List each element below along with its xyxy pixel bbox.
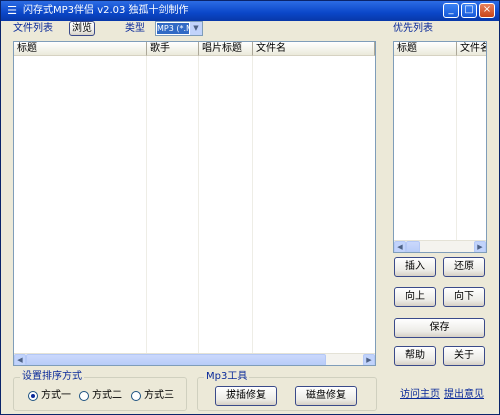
mp3-tools-group: Mp3工具 拔插修复 磁盘修复 xyxy=(197,371,377,411)
scroll-thumb[interactable] xyxy=(26,354,326,365)
sort-option-2[interactable]: 方式二 xyxy=(79,390,129,402)
scroll-left-icon[interactable]: ◀ xyxy=(14,354,26,365)
move-up-button[interactable]: 向上 xyxy=(394,287,436,307)
column-header-filename[interactable]: 文件名 xyxy=(253,42,375,56)
priority-list-label: 优先列表 xyxy=(393,23,433,34)
sort-option-1[interactable]: 方式一 xyxy=(28,390,78,402)
grid-line xyxy=(198,56,199,353)
type-label: 类型 xyxy=(125,23,145,34)
type-select-value: MP3 (*.MP xyxy=(157,23,189,34)
scroll-thumb[interactable] xyxy=(406,241,420,252)
radio-icon[interactable] xyxy=(131,391,141,401)
scroll-right-icon[interactable]: ▶ xyxy=(474,241,486,252)
sort-option-label: 方式一 xyxy=(41,390,71,401)
sort-mode-title: 设置排序方式 xyxy=(20,371,84,383)
title-bar[interactable]: ☰ 闪存式MP3伴侣 v2.03 独孤十剑制作 _ □ × xyxy=(1,1,499,21)
sort-option-label: 方式二 xyxy=(92,390,122,401)
help-button[interactable]: 帮助 xyxy=(394,346,436,366)
file-list-label: 文件列表 xyxy=(13,23,53,34)
sort-option-label: 方式三 xyxy=(144,390,174,401)
save-button[interactable]: 保存 xyxy=(394,318,485,338)
minimize-button[interactable]: _ xyxy=(443,3,459,18)
browse-button[interactable]: 浏览 xyxy=(69,21,95,36)
restore-button[interactable]: 还原 xyxy=(443,257,485,277)
column-header-artist[interactable]: 歌手 xyxy=(147,42,199,56)
grid-line xyxy=(146,56,147,353)
column-header-album[interactable]: 唱片标题 xyxy=(199,42,253,56)
type-select[interactable]: MP3 (*.MP ▼ xyxy=(155,21,203,36)
chevron-down-icon[interactable]: ▼ xyxy=(190,22,202,35)
fix-disk-button[interactable]: 磁盘修复 xyxy=(295,386,357,406)
sort-option-3[interactable]: 方式三 xyxy=(131,390,181,402)
maximize-button[interactable]: □ xyxy=(461,3,477,18)
file-list[interactable]: 标题 歌手 唱片标题 文件名 ◀ ▶ xyxy=(13,41,376,366)
about-button[interactable]: 关于 xyxy=(443,346,485,366)
homepage-link[interactable]: 访问主页 xyxy=(400,388,440,402)
radio-icon[interactable] xyxy=(79,391,89,401)
sort-mode-group: 设置排序方式 方式一 方式二 方式三 xyxy=(13,371,187,411)
radio-selected-icon[interactable] xyxy=(28,391,38,401)
close-button[interactable]: × xyxy=(479,3,495,18)
window-title: 闪存式MP3伴侣 v2.03 独孤十剑制作 xyxy=(23,5,189,16)
insert-button[interactable]: 插入 xyxy=(394,257,436,277)
column-header-filename[interactable]: 文件名 xyxy=(457,42,486,56)
move-down-button[interactable]: 向下 xyxy=(443,287,485,307)
scroll-left-icon[interactable]: ◀ xyxy=(394,241,406,252)
grid-line xyxy=(252,56,253,353)
scroll-right-icon[interactable]: ▶ xyxy=(363,354,375,365)
column-header-title[interactable]: 标题 xyxy=(14,42,147,56)
file-list-hscrollbar[interactable]: ◀ ▶ xyxy=(14,353,375,365)
mp3-tools-title: Mp3工具 xyxy=(204,371,250,383)
feedback-link[interactable]: 提出意见 xyxy=(444,388,484,402)
column-header-title[interactable]: 标题 xyxy=(394,42,457,56)
fix-insert-button[interactable]: 拔插修复 xyxy=(215,386,277,406)
priority-list-hscrollbar[interactable]: ◀ ▶ xyxy=(394,240,486,252)
main-window: ☰ 闪存式MP3伴侣 v2.03 独孤十剑制作 _ □ × 文件列表 浏览 类型… xyxy=(0,0,500,415)
app-icon: ☰ xyxy=(7,4,17,17)
grid-line xyxy=(456,56,457,240)
priority-list[interactable]: 标题 文件名 ◀ ▶ xyxy=(393,41,487,253)
